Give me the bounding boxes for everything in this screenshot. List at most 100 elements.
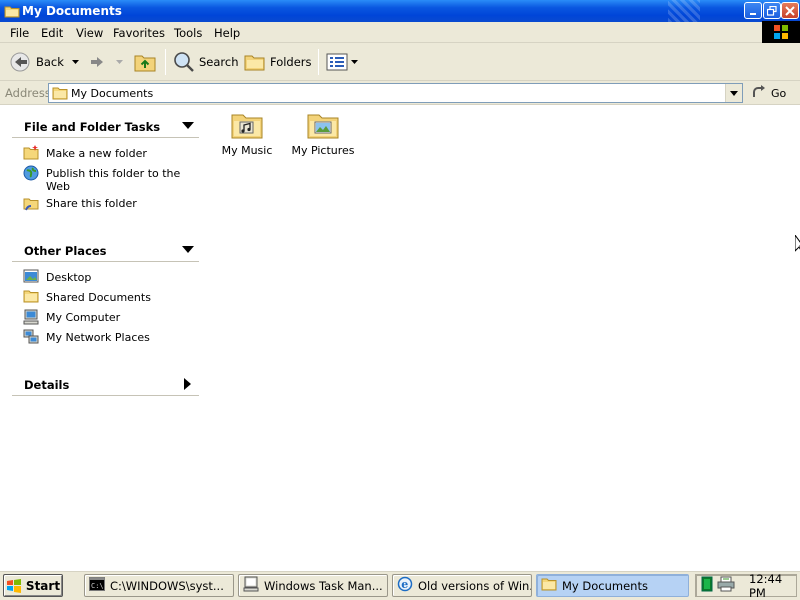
minimize-button[interactable] xyxy=(744,2,762,19)
desktop-icon xyxy=(23,269,39,287)
my-computer-link[interactable]: My Computer xyxy=(12,308,199,328)
pictures-folder-icon xyxy=(286,110,360,140)
computer-icon xyxy=(23,309,39,328)
task-pane: File and Folder Tasks Make a new folder … xyxy=(0,105,210,570)
toolbar-separator xyxy=(165,49,166,75)
views-button[interactable] xyxy=(326,51,358,73)
mouse-cursor xyxy=(794,233,800,256)
forward-button[interactable] xyxy=(86,51,123,73)
close-icon xyxy=(785,5,795,16)
folders-label: Folders xyxy=(270,55,312,69)
cmd-icon: C:\ xyxy=(89,577,105,594)
search-button[interactable]: Search xyxy=(173,51,239,73)
folder-icon xyxy=(541,577,557,594)
back-label: Back xyxy=(36,55,64,69)
details-header[interactable]: Details xyxy=(12,372,199,396)
taskbar-item-my-documents[interactable]: My Documents xyxy=(536,574,689,597)
address-bar: Address My Documents Go xyxy=(0,81,800,105)
task-label: Windows Task Man... xyxy=(264,578,383,593)
toolbar-separator xyxy=(318,49,319,75)
desktop-link[interactable]: Desktop xyxy=(12,268,199,288)
svg-text:C:\: C:\ xyxy=(91,582,104,590)
ie-icon: e xyxy=(397,576,413,595)
title-bar[interactable]: My Documents xyxy=(0,0,800,22)
title-bar-decoration xyxy=(668,0,700,22)
make-new-folder-link[interactable]: Make a new folder xyxy=(12,144,199,164)
views-dropdown-icon xyxy=(351,59,358,65)
address-value: My Documents xyxy=(71,87,154,100)
up-folder-icon xyxy=(133,51,157,73)
folder-item-my-music[interactable]: My Music xyxy=(210,110,284,157)
network-icon xyxy=(23,329,39,348)
my-network-places-link[interactable]: My Network Places xyxy=(12,328,199,348)
panel-title: Details xyxy=(24,378,70,392)
menu-view[interactable]: View xyxy=(76,26,103,40)
share-folder-link[interactable]: Share this folder xyxy=(12,194,199,214)
forward-dropdown-icon[interactable] xyxy=(116,59,123,65)
other-places-panel: Other Places Desktop Shared Documents My… xyxy=(12,238,199,348)
toolbar: Back Search Folders xyxy=(0,43,800,81)
menu-favorites[interactable]: Favorites xyxy=(113,26,165,40)
window-title: My Documents xyxy=(22,4,122,18)
address-dropdown-button[interactable] xyxy=(725,84,742,102)
menu-bar: File Edit View Favorites Tools Help xyxy=(0,22,800,43)
taskbar-item-internet-explorer[interactable]: e Old versions of Win... xyxy=(392,574,532,597)
minimize-icon xyxy=(750,12,756,15)
go-button[interactable]: Go xyxy=(751,84,786,103)
network-status-icon[interactable] xyxy=(701,576,713,595)
task-label: Old versions of Win... xyxy=(418,578,532,593)
up-folder-button[interactable] xyxy=(133,51,157,73)
folder-label: My Music xyxy=(221,144,273,157)
address-field[interactable]: My Documents xyxy=(48,83,743,103)
taskbar-item-cmd[interactable]: C:\ C:\WINDOWS\syst... xyxy=(84,574,234,597)
windows-logo xyxy=(762,21,800,43)
folders-button[interactable]: Folders xyxy=(244,51,312,73)
panel-title: Other Places xyxy=(24,244,107,258)
details-panel: Details xyxy=(12,372,199,396)
other-places-header[interactable]: Other Places xyxy=(12,238,199,262)
menu-tools[interactable]: Tools xyxy=(174,26,202,40)
publish-web-icon xyxy=(23,165,39,184)
menu-file[interactable]: File xyxy=(10,26,29,40)
back-dropdown-icon[interactable] xyxy=(71,59,79,65)
svg-text:e: e xyxy=(401,578,408,591)
menu-help[interactable]: Help xyxy=(214,26,240,40)
share-folder-icon xyxy=(23,195,39,214)
close-button[interactable] xyxy=(781,2,799,19)
task-manager-icon xyxy=(243,576,259,595)
task-label: C:\WINDOWS\syst... xyxy=(110,578,224,593)
collapse-icon xyxy=(182,122,194,129)
shared-documents-link[interactable]: Shared Documents xyxy=(12,288,199,308)
collapse-icon xyxy=(182,246,194,253)
forward-arrow-icon xyxy=(86,52,108,72)
system-tray: 12:44 PM xyxy=(695,572,797,600)
go-arrow-icon xyxy=(751,84,767,103)
folder-content: My Music My Pictures xyxy=(210,105,800,570)
explorer-window: My Documents File Edit View Favorites To… xyxy=(0,0,800,570)
taskbar: Start C:\ C:\WINDOWS\syst... Windows Tas… xyxy=(0,570,800,600)
restore-button[interactable] xyxy=(763,2,781,19)
music-folder-icon xyxy=(210,110,284,140)
views-icon xyxy=(326,53,348,71)
taskbar-item-task-manager[interactable]: Windows Task Man... xyxy=(238,574,388,597)
clock[interactable]: 12:44 PM xyxy=(749,572,796,600)
folder-icon xyxy=(23,289,39,306)
new-folder-icon xyxy=(23,145,39,163)
my-documents-icon xyxy=(4,3,20,22)
windows-flag-icon xyxy=(6,578,21,593)
folder-item-my-pictures[interactable]: My Pictures xyxy=(286,110,360,157)
start-button[interactable]: Start xyxy=(3,574,63,597)
my-documents-icon xyxy=(52,86,68,103)
folder-label: My Pictures xyxy=(291,144,355,157)
publish-folder-link[interactable]: Publish this folder to the Web xyxy=(12,164,199,194)
printer-icon[interactable] xyxy=(717,576,735,595)
expand-icon xyxy=(184,378,191,390)
search-icon xyxy=(173,51,195,73)
windows-flag-icon xyxy=(774,25,788,39)
file-folder-tasks-header[interactable]: File and Folder Tasks xyxy=(12,114,199,138)
back-button[interactable]: Back xyxy=(10,51,79,73)
start-label: Start xyxy=(25,578,61,593)
menu-edit[interactable]: Edit xyxy=(41,26,63,40)
address-label: Address xyxy=(5,86,51,100)
chevron-down-icon xyxy=(730,90,738,96)
